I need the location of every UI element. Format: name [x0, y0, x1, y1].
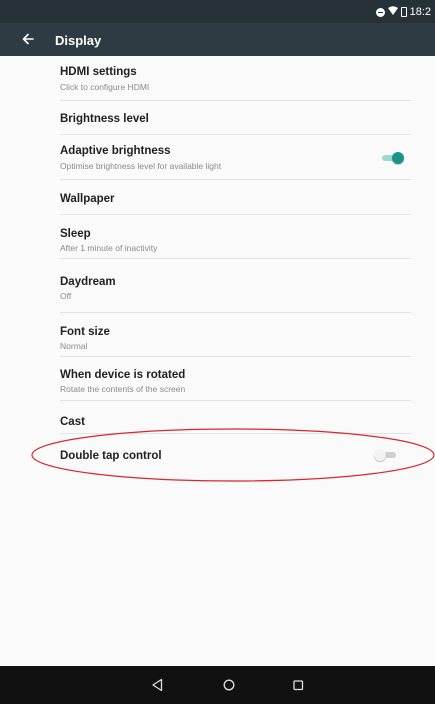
setting-daydream[interactable]: Daydream Off: [0, 259, 435, 313]
setting-adaptive-brightness[interactable]: Adaptive brightness Optimise brightness …: [0, 135, 435, 180]
do-not-disturb-icon: [375, 7, 385, 17]
setting-hdmi-settings[interactable]: HDMI settings Click to configure HDMI: [0, 56, 435, 101]
switch-thumb: [374, 449, 386, 461]
battery-icon: [400, 7, 407, 17]
status-bar: 18:2: [0, 0, 435, 23]
back-arrow-icon[interactable]: [20, 31, 36, 47]
setting-sleep[interactable]: Sleep After 1 minute of inactivity: [0, 215, 435, 259]
setting-brightness-level[interactable]: Brightness level: [0, 101, 435, 135]
switch-thumb: [392, 152, 404, 164]
nav-back-icon[interactable]: [149, 676, 167, 694]
page-title: Display: [55, 33, 102, 48]
nav-home-icon[interactable]: [220, 676, 238, 694]
adaptive-brightness-switch[interactable]: [380, 151, 404, 165]
setting-summary: Click to configure HDMI: [60, 82, 150, 92]
setting-summary: Optimise brightness level for available …: [60, 161, 222, 171]
setting-title: Daydream: [60, 276, 116, 288]
setting-summary: After 1 minute of inactivity: [60, 243, 158, 253]
setting-title: When device is rotated: [60, 369, 186, 381]
app-bar: Display: [0, 23, 435, 56]
setting-title: Double tap control: [60, 450, 162, 462]
setting-title: Adaptive brightness: [60, 145, 171, 157]
setting-wallpaper[interactable]: Wallpaper: [0, 180, 435, 215]
setting-title: Sleep: [60, 228, 91, 240]
setting-cast[interactable]: Cast: [0, 401, 435, 434]
setting-when-device-is-rotated[interactable]: When device is rotated Rotate the conten…: [0, 357, 435, 401]
setting-double-tap-control[interactable]: Double tap control: [0, 434, 435, 474]
setting-title: Wallpaper: [60, 193, 115, 205]
navigation-bar: [0, 666, 435, 704]
setting-summary: Rotate the contents of the screen: [60, 384, 186, 394]
setting-summary: Normal: [60, 341, 88, 351]
status-time: 18:2: [409, 6, 431, 18]
setting-title: Brightness level: [60, 113, 149, 125]
setting-title: Cast: [60, 416, 85, 428]
setting-summary: Off: [60, 291, 72, 301]
wifi-icon: [387, 6, 398, 18]
setting-font-size[interactable]: Font size Normal: [0, 313, 435, 357]
setting-title: HDMI settings: [60, 66, 137, 78]
setting-title: Font size: [60, 326, 110, 338]
double-tap-control-switch[interactable]: [374, 448, 398, 462]
status-icons: 18:2: [375, 5, 431, 19]
nav-recents-icon[interactable]: [289, 676, 307, 694]
